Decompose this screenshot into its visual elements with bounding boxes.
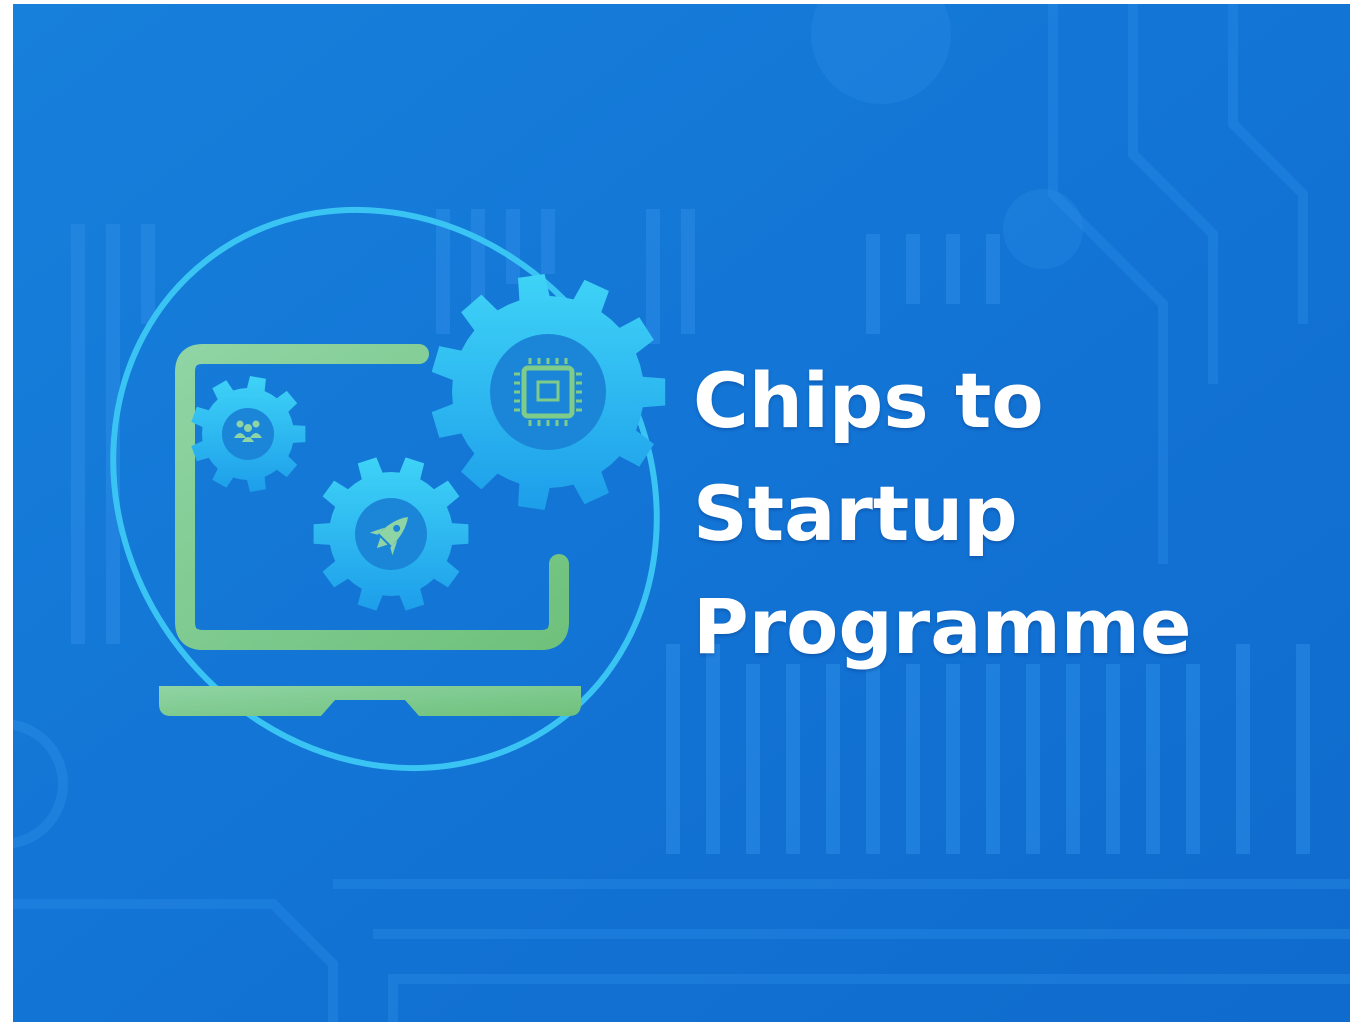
title-line-3: Programme — [693, 582, 1192, 671]
title-line-1: Chips to — [693, 356, 1044, 445]
page-title: Chips to Startup Programme — [693, 344, 1192, 683]
title-line-2: Startup — [693, 469, 1018, 558]
gear-hub — [222, 408, 274, 460]
gear-hub — [490, 334, 606, 450]
banner-canvas: Chips to Startup Programme — [13, 4, 1350, 1022]
